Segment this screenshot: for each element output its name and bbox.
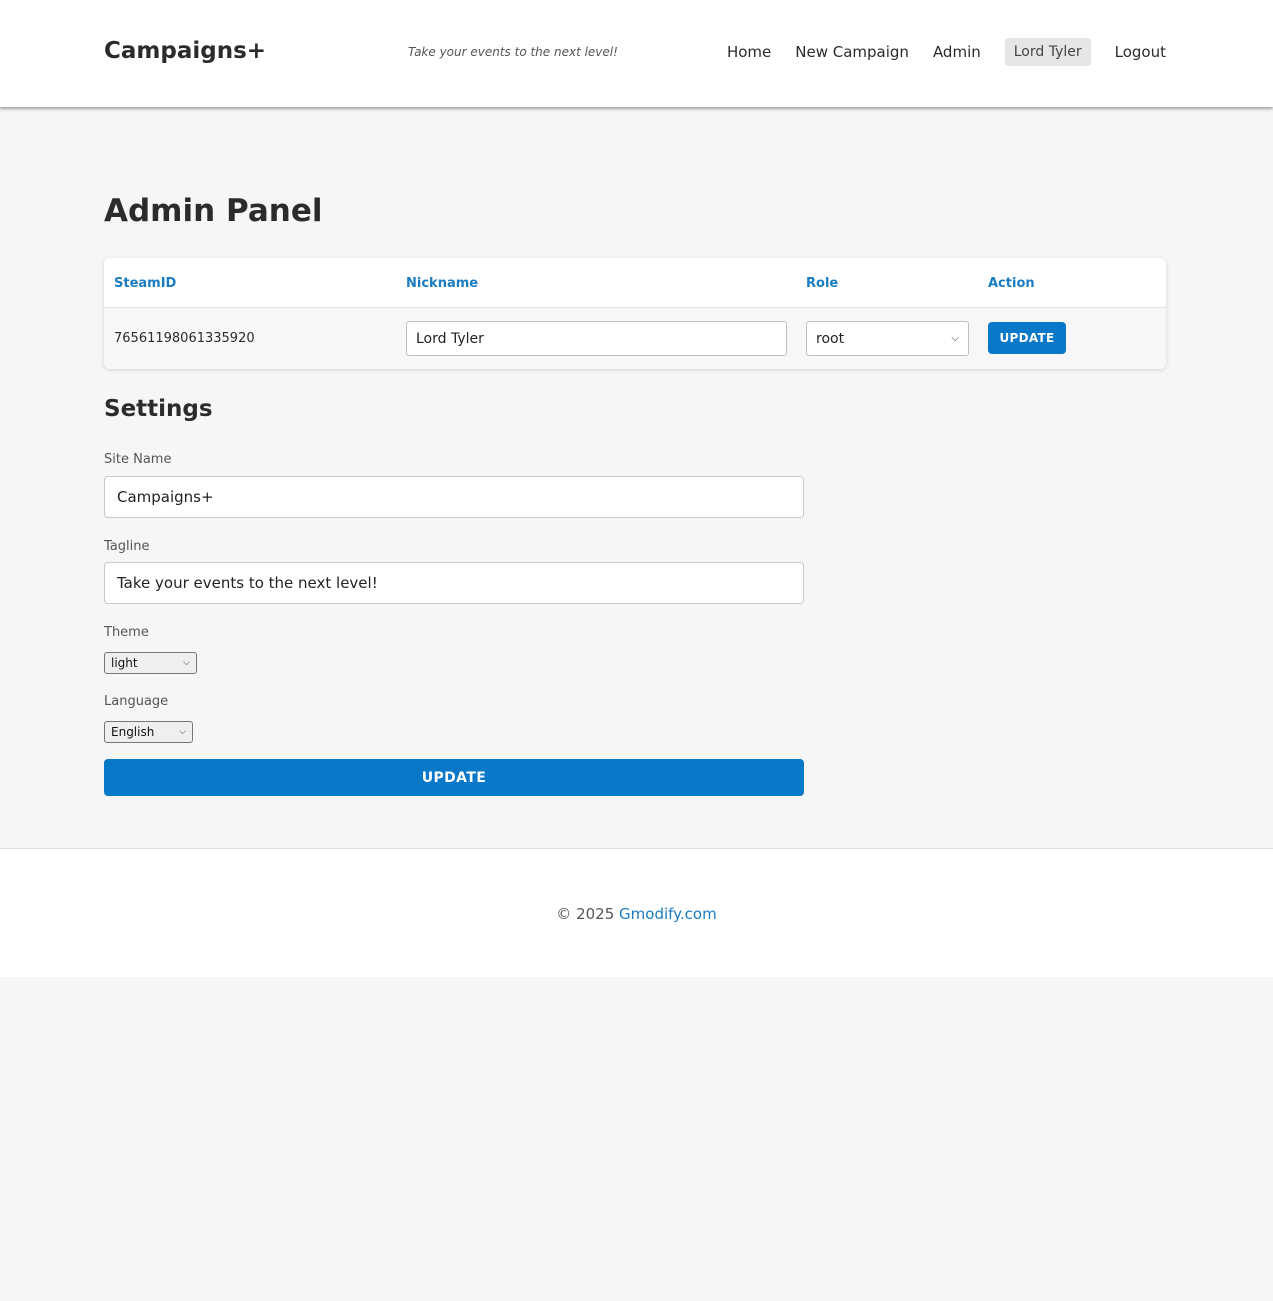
settings-update-button[interactable]: UPDATE: [104, 759, 804, 796]
nav-admin-link[interactable]: Admin: [933, 43, 981, 61]
tagline-input[interactable]: [104, 562, 804, 604]
table-row: 76561198061335920 root ⌵ UPDATE: [104, 308, 1166, 369]
column-header-action: Action: [988, 276, 1035, 291]
page-title: Admin Panel: [104, 193, 323, 229]
column-header-nickname: Nickname: [406, 276, 479, 291]
language-label: Language: [104, 694, 169, 709]
site-name-input[interactable]: [104, 476, 804, 518]
tagline-label: Tagline: [104, 539, 150, 554]
role-select[interactable]: root ⌵: [806, 321, 969, 356]
language-select-value: English: [111, 725, 155, 739]
language-select[interactable]: English ⌵: [104, 721, 193, 743]
theme-label: Theme: [104, 625, 149, 640]
site-footer: © 2025 Gmodify.com: [0, 848, 1273, 977]
user-update-button[interactable]: UPDATE: [988, 322, 1066, 354]
site-brand[interactable]: Campaigns+: [104, 38, 266, 64]
nav-logout-link[interactable]: Logout: [1115, 43, 1166, 61]
site-header: Campaigns+ Take your events to the next …: [0, 0, 1273, 107]
nav-new-campaign-link[interactable]: New Campaign: [795, 43, 909, 61]
nav-user-badge[interactable]: Lord Tyler: [1004, 38, 1091, 66]
footer-text: © 2025 Gmodify.com: [0, 905, 1273, 923]
chevron-down-icon: ⌵: [183, 658, 190, 668]
chevron-down-icon: ⌵: [179, 727, 186, 737]
users-table: SteamID Nickname Role Action 76561198061…: [104, 258, 1166, 369]
column-header-role: Role: [806, 276, 839, 291]
nickname-input[interactable]: [406, 321, 787, 356]
steamid-cell: 76561198061335920: [114, 331, 255, 346]
main-nav: Home New Campaign Admin Lord Tyler Logou…: [727, 38, 1166, 66]
site-tagline: Take your events to the next level!: [408, 45, 618, 59]
settings-title: Settings: [104, 396, 213, 422]
column-header-steamid: SteamID: [114, 276, 177, 291]
site-name-label: Site Name: [104, 452, 172, 467]
copyright-text: © 2025: [556, 905, 615, 923]
role-select-value: root: [816, 330, 845, 347]
nav-home-link[interactable]: Home: [727, 43, 771, 61]
footer-link[interactable]: Gmodify.com: [619, 905, 717, 923]
theme-select[interactable]: light ⌵: [104, 652, 197, 674]
chevron-down-icon: ⌵: [951, 333, 959, 344]
theme-select-value: light: [111, 656, 138, 670]
table-header: SteamID Nickname Role Action: [104, 258, 1166, 308]
